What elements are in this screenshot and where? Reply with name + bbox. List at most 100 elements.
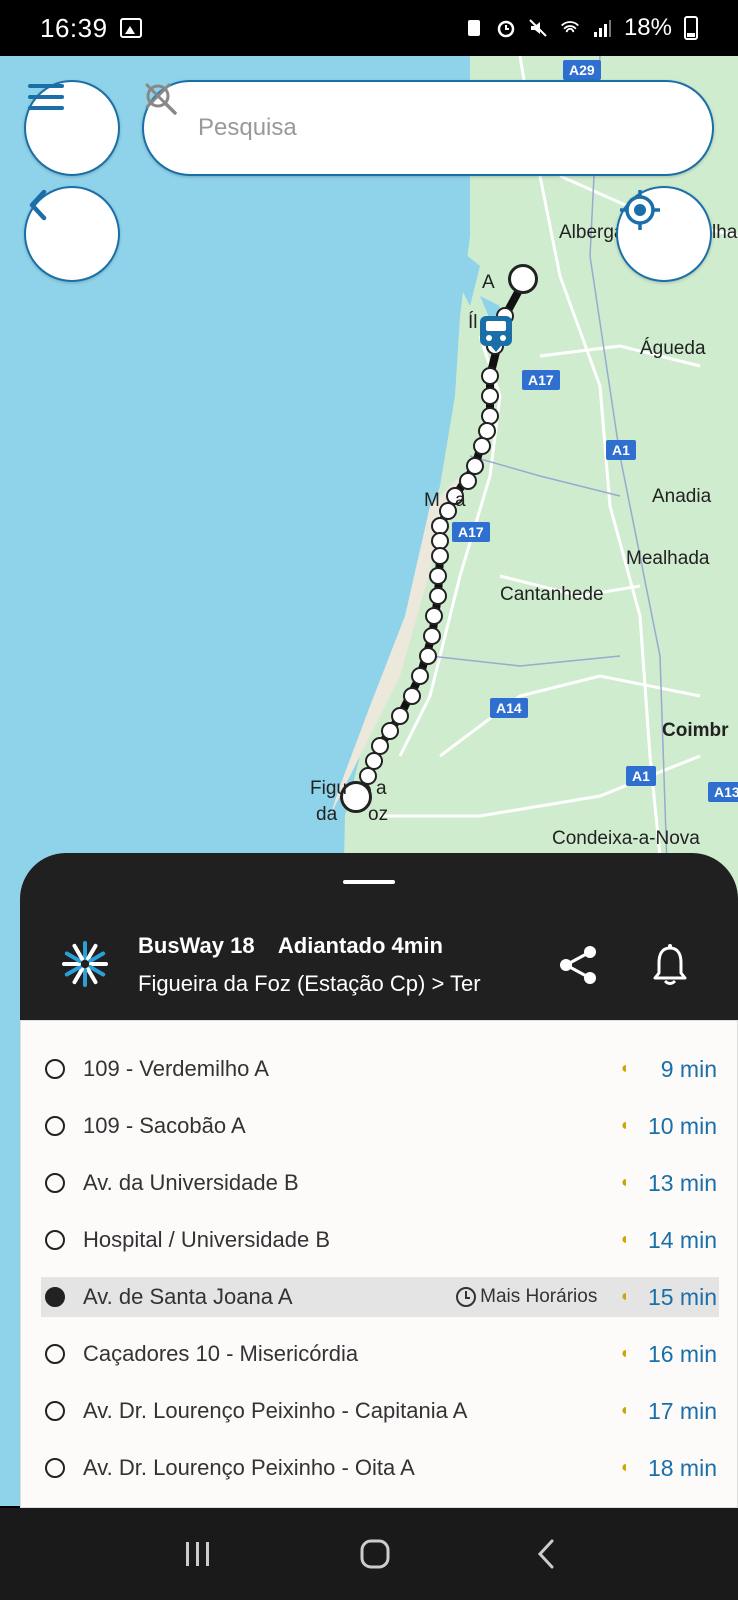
map-label-mira: M (424, 490, 440, 511)
stop-eta: 9 min (660, 1055, 717, 1082)
map-label-albergaria: Alberga (559, 222, 625, 243)
route-stop-marker[interactable] (473, 437, 491, 455)
route-stop-marker[interactable] (481, 387, 499, 405)
live-signal-icon: ◖ (619, 1402, 629, 1419)
stop-row[interactable]: Av. Dr. Lourenço Peixinho - Capitania A … (41, 1391, 719, 1431)
home-icon[interactable] (359, 1538, 391, 1570)
stop-eta: 14 min (647, 1226, 717, 1253)
chevron-left-icon (29, 189, 47, 221)
back-button[interactable] (24, 186, 120, 282)
stop-row[interactable]: 109 - Verdemilho A ◖ 9 min (41, 1049, 719, 1089)
route-stop-marker[interactable] (403, 687, 421, 705)
stop-dot-icon (45, 1059, 65, 1079)
alarm-icon (497, 20, 515, 38)
stop-name: Av. Dr. Lourenço Peixinho - Capitania A (83, 1398, 468, 1423)
busway-logo-icon (62, 941, 108, 987)
my-location-button[interactable] (616, 186, 712, 282)
road-shield-a29: A29 (563, 60, 601, 80)
stop-dot-icon (45, 1116, 65, 1136)
bell-icon[interactable] (650, 943, 690, 987)
route-stop-marker[interactable] (411, 667, 429, 685)
stop-list[interactable]: 109 - Verdemilho A ◖ 9 min 109 - Sacobão… (20, 1020, 738, 1508)
stop-eta: 15 min (647, 1283, 717, 1310)
battery-icon (684, 16, 698, 40)
road-shield-a13: A13 (708, 782, 738, 802)
stop-dot-icon (45, 1344, 65, 1364)
road-shield-a17-south: A17 (452, 522, 490, 542)
map-label-figueira-1: Figu (310, 778, 347, 799)
route-stop-marker[interactable] (459, 472, 477, 490)
stop-row[interactable]: Hospital / Universidade B ◖ 14 min (41, 1220, 719, 1260)
line-destination: Figueira da Foz (Estação Cp) > Ter (138, 971, 481, 996)
route-stop-marker[interactable] (481, 367, 499, 385)
map-label-anadia: Anadia (652, 486, 712, 507)
system-nav-bar (0, 1508, 738, 1600)
route-stop-marker[interactable] (431, 547, 449, 565)
road-shield-a14: A14 (490, 698, 528, 718)
stop-row[interactable]: Av. Dr. Lourenço Peixinho - Oita A ◖ 18 … (41, 1448, 719, 1488)
stop-name: Av. Dr. Lourenço Peixinho - Oita A (83, 1455, 415, 1480)
image-notification-icon (119, 18, 142, 38)
stop-eta: 16 min (647, 1340, 717, 1367)
route-stop-marker[interactable] (429, 567, 447, 585)
road-shield-a1-south: A1 (626, 766, 656, 786)
route-stop-marker[interactable] (429, 587, 447, 605)
clock-icon (456, 1287, 477, 1307)
search-input[interactable] (198, 114, 682, 142)
live-signal-icon: ◖ (619, 1288, 629, 1305)
map-label-figueira-2b: oz (368, 804, 389, 825)
map-label-figueira-1b: a (376, 778, 387, 799)
stop-eta: 18 min (647, 1454, 717, 1481)
line-title: BusWay 18 Adiantado 4min (138, 933, 461, 959)
stop-row[interactable]: 109 - Sacobão A ◖ 10 min (41, 1106, 719, 1146)
route-end-marker[interactable] (508, 264, 538, 294)
stop-dot-icon (45, 1287, 65, 1307)
map-label-aveiro: A (482, 272, 495, 293)
stop-dot-icon (45, 1401, 65, 1421)
clear-icon[interactable] (144, 82, 172, 110)
map-label-mealhada: Mealhada (626, 548, 710, 569)
search-bar[interactable] (142, 80, 714, 176)
stop-eta: 17 min (647, 1397, 717, 1424)
recent-apps-icon[interactable] (182, 1540, 214, 1568)
map-label-condeixa: Condeixa-a-Nova (552, 828, 700, 849)
stop-row[interactable]: Av. da Universidade B ◖ 13 min (41, 1163, 719, 1203)
map-label-agueda: Águeda (640, 338, 706, 359)
crosshair-icon (620, 190, 660, 230)
map-label-coimbra: Coimbr (662, 720, 729, 741)
status-icons: 18% (464, 14, 698, 42)
line-status: Adiantado 4min (277, 933, 443, 958)
back-nav-icon[interactable] (536, 1538, 556, 1570)
drag-handle[interactable] (343, 880, 395, 884)
share-icon[interactable] (556, 943, 600, 987)
road-shield-a17-north: A17 (522, 370, 560, 390)
hamburger-icon (28, 84, 64, 110)
line-name: BusWay 18 (138, 933, 255, 958)
live-signal-icon: ◖ (619, 1060, 629, 1077)
stop-row-selected[interactable]: Av. de Santa Joana A Mais Horários ◖ 15 … (41, 1277, 719, 1317)
route-stop-marker[interactable] (423, 627, 441, 645)
map-label-albergaria-suffix: lha (712, 222, 738, 243)
route-stop-marker[interactable] (425, 607, 443, 625)
bus-position-icon[interactable] (478, 314, 514, 352)
map-label-mira-b: a (455, 490, 466, 511)
stop-eta: 10 min (647, 1112, 717, 1139)
stop-name: Av. de Santa Joana A (83, 1284, 293, 1309)
more-times-button[interactable]: Mais Horários (456, 1286, 597, 1308)
live-signal-icon: ◖ (619, 1345, 629, 1362)
route-stop-marker[interactable] (419, 647, 437, 665)
stop-eta: 13 min (647, 1169, 717, 1196)
signal-icon (593, 20, 611, 37)
menu-button[interactable] (24, 80, 120, 176)
stop-name: Hospital / Universidade B (83, 1227, 331, 1252)
road-shield-a1-north: A1 (606, 440, 636, 460)
live-signal-icon: ◖ (619, 1174, 629, 1191)
stop-name: 109 - Verdemilho A (83, 1056, 269, 1081)
live-signal-icon: ◖ (619, 1231, 629, 1248)
line-bottom-sheet[interactable]: BusWay 18 Adiantado 4min Figueira da Foz… (20, 853, 738, 1508)
stop-dot-icon (45, 1458, 65, 1478)
more-times-label: Mais Horários (480, 1286, 598, 1307)
stop-row[interactable]: Caçadores 10 - Misericórdia ◖ 16 min (41, 1334, 719, 1374)
live-signal-icon: ◖ (619, 1459, 629, 1476)
stop-name: Caçadores 10 - Misericórdia (83, 1341, 359, 1366)
